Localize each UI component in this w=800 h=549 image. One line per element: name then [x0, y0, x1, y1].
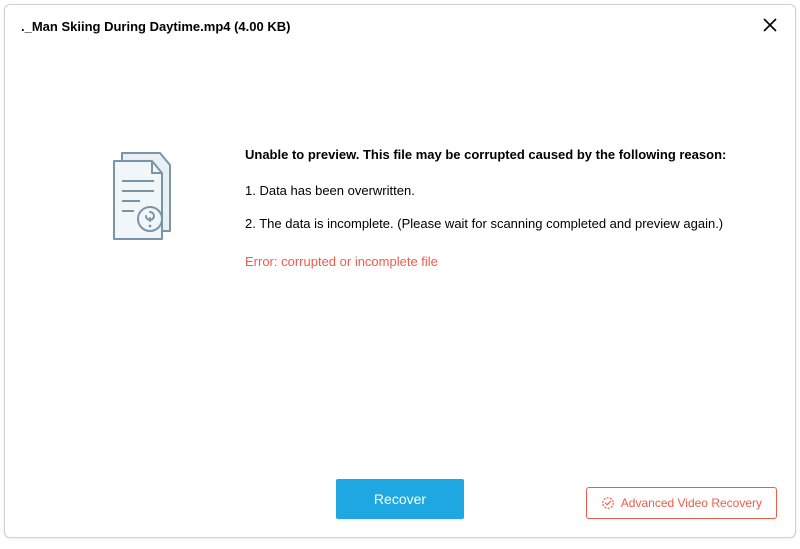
reason-1: 1. Data has been overwritten. [245, 181, 755, 201]
icon-column [85, 145, 205, 243]
dialog-title: ._Man Skiing During Daytime.mp4 (4.00 KB… [21, 19, 290, 34]
recover-button[interactable]: Recover [336, 479, 464, 519]
dialog-header: ._Man Skiing During Daytime.mp4 (4.00 KB… [5, 5, 795, 45]
preview-error-dialog: ._Man Skiing During Daytime.mp4 (4.00 KB… [4, 4, 796, 538]
close-icon [762, 15, 778, 37]
dialog-footer: Recover Advanced Video Recovery [5, 465, 795, 537]
dialog-content: Unable to preview. This file may be corr… [5, 45, 795, 465]
close-button[interactable] [759, 15, 781, 37]
message-column: Unable to preview. This file may be corr… [205, 145, 755, 271]
corrupted-document-icon [108, 151, 182, 243]
advanced-button-label: Advanced Video Recovery [621, 496, 762, 510]
reason-2: 2. The data is incomplete. (Please wait … [245, 214, 755, 234]
error-heading: Unable to preview. This file may be corr… [245, 145, 755, 165]
recovery-icon [601, 496, 615, 510]
advanced-video-recovery-button[interactable]: Advanced Video Recovery [586, 487, 777, 519]
error-detail: Error: corrupted or incomplete file [245, 252, 755, 272]
